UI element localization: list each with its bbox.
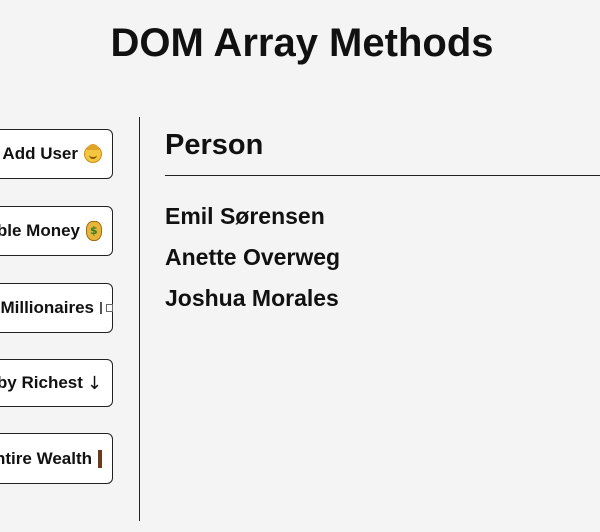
person-row: Emil Sørensen bbox=[165, 203, 325, 229]
sort-richest-button[interactable]: Sort by Richest ↓ bbox=[0, 359, 113, 407]
show-millionaires-button[interactable]: Show Only Millionaires bbox=[0, 283, 113, 333]
vertical-divider bbox=[139, 117, 140, 521]
sort-richest-button-label: Sort by Richest bbox=[0, 373, 83, 392]
down-arrow-icon: ↓ bbox=[86, 372, 102, 394]
person-row: Joshua Morales bbox=[165, 285, 339, 311]
money-bag-icon bbox=[86, 221, 102, 241]
main-panel: Person Emil Sørensen Anette Overweg Josh… bbox=[165, 125, 600, 311]
double-money-button-label: Double Money bbox=[0, 221, 80, 240]
double-money-button[interactable]: Double Money bbox=[0, 206, 113, 256]
add-user-button[interactable]: Add User bbox=[0, 129, 113, 179]
app-page: DOM Array Methods Add User Double Money … bbox=[0, 0, 600, 532]
calculate-wealth-button-label: Calculate entire Wealth bbox=[0, 448, 92, 468]
person-list: Emil Sørensen Anette Overweg Joshua Mora… bbox=[165, 201, 340, 324]
baby-face-icon bbox=[84, 144, 102, 163]
dollar-bill-icon bbox=[100, 302, 113, 314]
header-divider bbox=[165, 175, 600, 176]
calculate-wealth-button[interactable]: Calculate entire Wealth bbox=[0, 433, 113, 484]
person-row: Anette Overweg bbox=[165, 244, 341, 270]
show-millionaires-button-label: Show Only Millionaires bbox=[0, 298, 94, 317]
abacus-icon bbox=[98, 449, 102, 468]
sidebar: Add User Double Money Show Only Milliona… bbox=[0, 0, 140, 532]
add-user-button-label: Add User bbox=[2, 144, 78, 163]
person-column-header: Person bbox=[165, 129, 264, 161]
